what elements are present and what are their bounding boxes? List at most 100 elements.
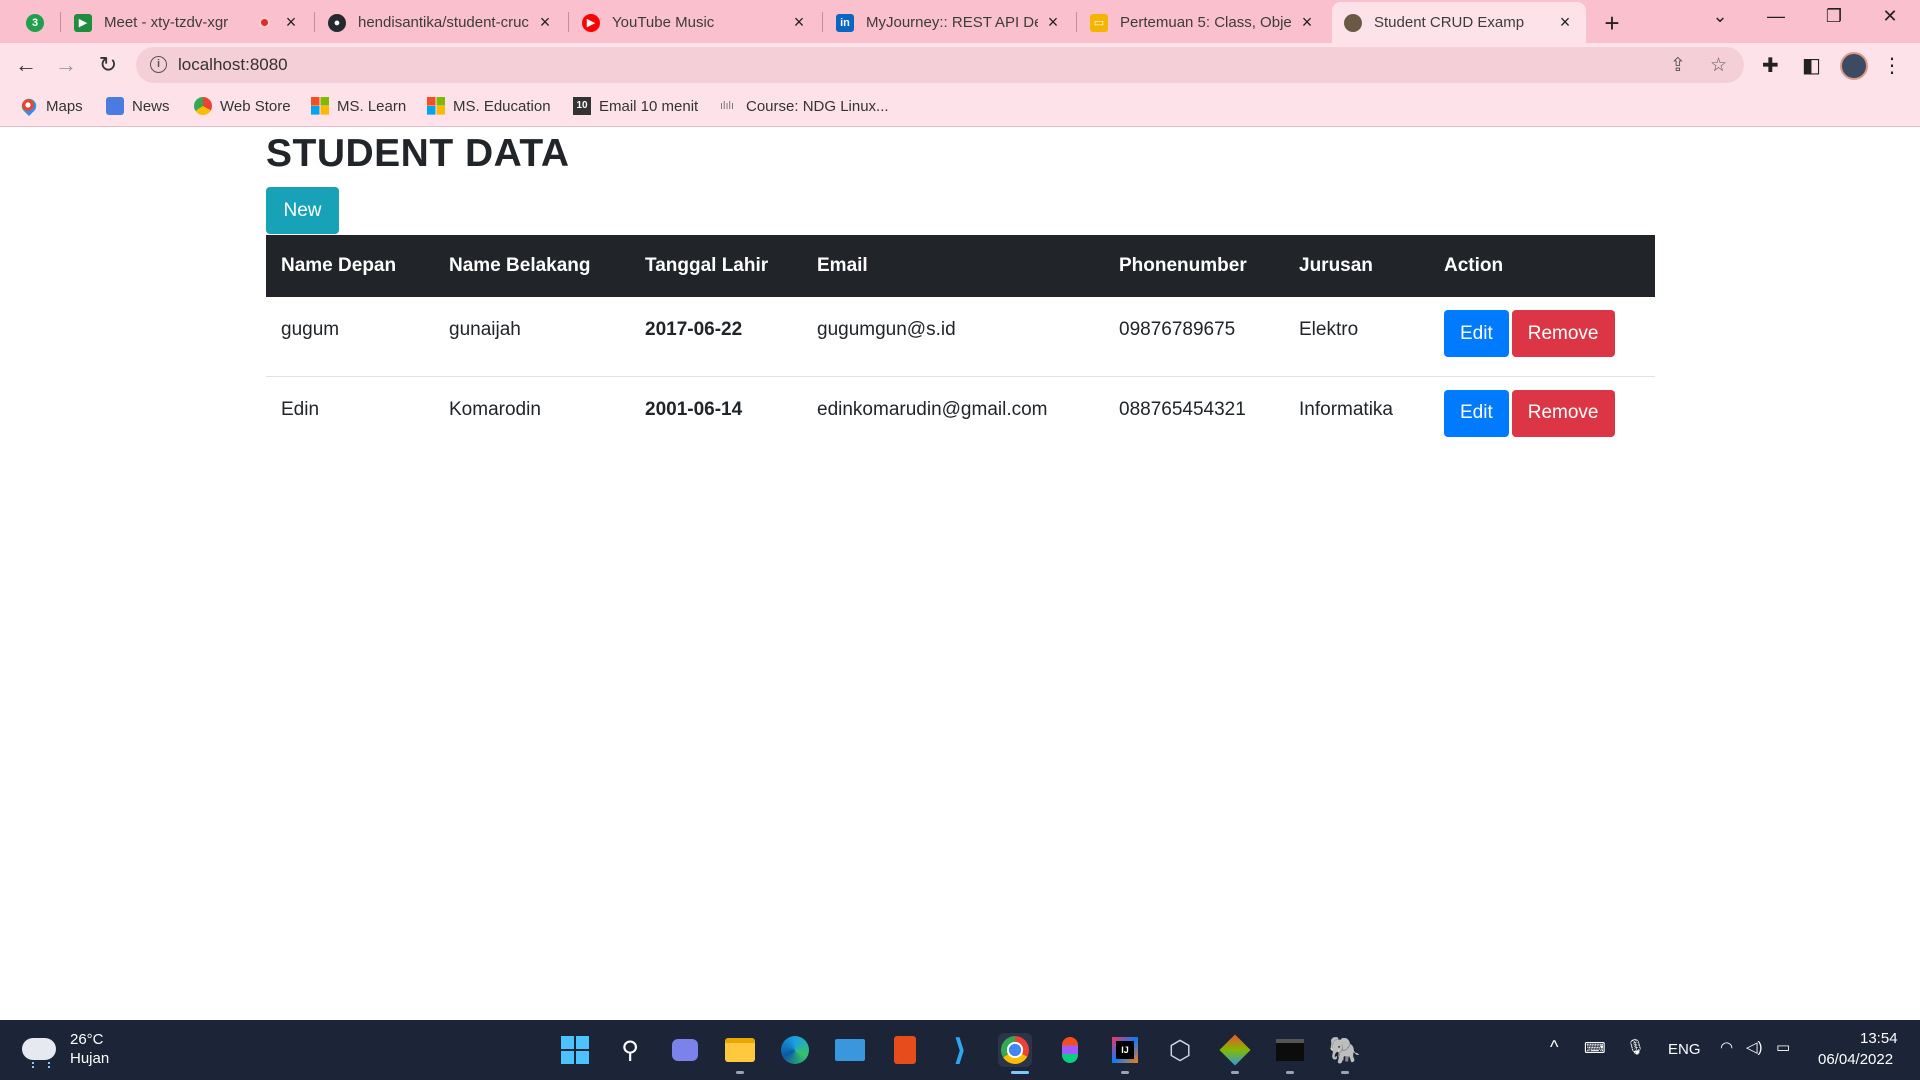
weather-widget[interactable]: 26°C Hujan (22, 1030, 109, 1068)
tab-title: MyJourney:: REST API Den (866, 14, 1038, 31)
new-student-button[interactable]: New (266, 187, 339, 234)
phone-cell: 09876789675 (1104, 297, 1284, 377)
bookmark-ndg-linux[interactable]: ılılı Course: NDG Linux... (720, 97, 889, 115)
edit-button[interactable]: Edit (1444, 389, 1509, 437)
tab-github[interactable]: ● hendisantika/student-cruc × (316, 2, 566, 43)
share-icon[interactable]: ⇪ (1670, 54, 1686, 77)
close-icon[interactable]: × (1044, 12, 1062, 33)
chat-icon[interactable] (668, 1033, 702, 1067)
edge-icon[interactable] (778, 1033, 812, 1067)
email-10-icon: 10 (573, 97, 591, 115)
restore-button[interactable]: ❐ (1814, 6, 1854, 27)
tab-youtube-music[interactable]: ▶ YouTube Music × (570, 2, 820, 43)
language-indicator[interactable]: ENG (1668, 1041, 1701, 1058)
major-cell: Elektro (1284, 297, 1429, 377)
terminal-icon[interactable] (1273, 1033, 1307, 1067)
wifi-icon[interactable]: ◠ (1720, 1038, 1733, 1056)
tab-linkedin[interactable]: in MyJourney:: REST API Den × (824, 2, 1074, 43)
edit-button[interactable]: Edit (1444, 310, 1509, 357)
action-cell: Edit Remove (1429, 376, 1655, 455)
side-panel-icon[interactable]: ◧ (1802, 53, 1821, 78)
action-cell: Edit Remove (1429, 297, 1655, 377)
email-cell: edinkomarudin@gmail.com (817, 398, 1048, 420)
microsoft-logo-icon (311, 97, 329, 115)
keyboard-icon[interactable]: ⌨ (1584, 1039, 1606, 1057)
birth-date-cell: 2001-06-14 (645, 398, 743, 420)
address-bar[interactable]: i localhost:8080 ⇪ ☆ (136, 47, 1744, 83)
tab-title: Meet - xty-tzdv-xgr (104, 14, 229, 31)
office-icon[interactable] (888, 1033, 922, 1067)
windows-start-icon[interactable] (558, 1033, 592, 1067)
profile-avatar[interactable] (1840, 52, 1868, 80)
last-name-cell: gunaijah (434, 297, 630, 377)
tab-strip: 3 ▶ Meet - xty-tzdv-xgr × ● hendisantika… (0, 0, 1920, 43)
volume-icon[interactable]: ◁) (1746, 1038, 1763, 1056)
figma-icon[interactable] (1053, 1033, 1087, 1067)
tab-title: YouTube Music (612, 14, 715, 31)
last-name-cell: Komarodin (449, 398, 541, 420)
show-hidden-icons-chevron-icon[interactable]: ^ (1550, 1037, 1558, 1058)
clock-time[interactable]: 13:54 (1860, 1030, 1898, 1047)
remove-button[interactable]: Remove (1511, 310, 1615, 357)
web-store-icon (194, 97, 212, 115)
youtube-music-icon: ▶ (582, 13, 600, 32)
phone-cell: 088765454321 (1119, 398, 1246, 420)
close-icon[interactable]: × (1556, 12, 1574, 33)
bookmark-news[interactable]: News (106, 97, 170, 115)
minimize-button[interactable]: — (1756, 6, 1796, 27)
search-icon[interactable]: ⚲ (613, 1033, 647, 1067)
bookmark-email-10-menit[interactable]: 10 Email 10 menit (573, 97, 698, 115)
postgresql-icon[interactable]: 🐘 (1328, 1033, 1362, 1067)
column-header: Name Depan (281, 255, 397, 276)
close-window-button[interactable]: ✕ (1870, 6, 1910, 27)
windows-taskbar: 26°C Hujan ⚲ ⟩ IJ ⬡ 🐘 ^ ⌨ 🎙 ENG ◠ ◁) ▭ 1… (0, 1020, 1920, 1080)
tab-search-chevron-icon[interactable]: ⌄ (1700, 6, 1740, 27)
bookmark-maps[interactable]: Maps (18, 95, 83, 117)
microphone-icon[interactable]: 🎙 (1626, 1038, 1645, 1056)
tab-title: Student CRUD Examp (1374, 14, 1525, 31)
linkedin-icon: in (836, 13, 854, 32)
extensions-puzzle-icon[interactable]: ✚ (1762, 53, 1779, 78)
site-info-icon[interactable]: i (150, 56, 167, 73)
column-header: Action (1444, 255, 1504, 276)
mail-icon[interactable] (833, 1033, 867, 1067)
cisco-icon: ılılı (720, 100, 735, 112)
bookmark-ms-education[interactable]: MS. Education (427, 97, 551, 115)
bookmark-web-store[interactable]: Web Store (194, 97, 291, 115)
tab-title: Pertemuan 5: Class, Object (1120, 14, 1292, 31)
birth-date-cell: 2017-06-22 (630, 297, 802, 377)
page-title: STUDENT DATA (266, 132, 570, 175)
battery-icon[interactable]: ▭ (1776, 1038, 1790, 1056)
tab-whatsapp[interactable]: 3 (14, 2, 58, 43)
column-header: Jurusan (1299, 255, 1373, 276)
file-explorer-icon[interactable] (723, 1033, 757, 1067)
reload-icon[interactable]: ↻ (94, 51, 122, 79)
menu-kebab-icon[interactable]: ⋮ (1882, 53, 1902, 78)
clock-date[interactable]: 06/04/2022 (1818, 1051, 1893, 1068)
intellij-icon[interactable]: IJ (1108, 1033, 1142, 1067)
chrome-icon[interactable] (998, 1033, 1032, 1067)
google-meet-icon: ▶ (74, 13, 92, 32)
close-icon[interactable]: × (282, 12, 300, 33)
new-tab-button[interactable]: + (1598, 8, 1626, 39)
close-icon[interactable]: × (1298, 12, 1316, 33)
bookmark-ms-learn[interactable]: MS. Learn (311, 97, 406, 115)
site-favicon-icon (1344, 13, 1362, 32)
git-icon[interactable] (1218, 1033, 1252, 1067)
news-icon (106, 97, 124, 115)
tab-student-crud[interactable]: Student CRUD Examp × (1332, 2, 1586, 43)
tab-meet[interactable]: ▶ Meet - xty-tzdv-xgr × (62, 2, 312, 43)
url-text[interactable]: localhost:8080 (178, 55, 288, 75)
close-icon[interactable]: × (790, 12, 808, 33)
recording-icon (259, 17, 270, 28)
virtualbox-icon[interactable]: ⬡ (1163, 1033, 1197, 1067)
close-icon[interactable]: × (536, 12, 554, 33)
tab-slides[interactable]: ▭ Pertemuan 5: Class, Object × (1078, 2, 1328, 43)
forward-arrow-icon[interactable]: → (52, 51, 80, 79)
google-slides-icon: ▭ (1090, 13, 1108, 32)
vscode-icon[interactable]: ⟩ (943, 1033, 977, 1067)
bookmark-star-icon[interactable]: ☆ (1710, 54, 1727, 77)
remove-button[interactable]: Remove (1511, 389, 1615, 437)
first-name-cell: gugum (266, 297, 434, 377)
back-arrow-icon[interactable]: ← (12, 51, 40, 79)
